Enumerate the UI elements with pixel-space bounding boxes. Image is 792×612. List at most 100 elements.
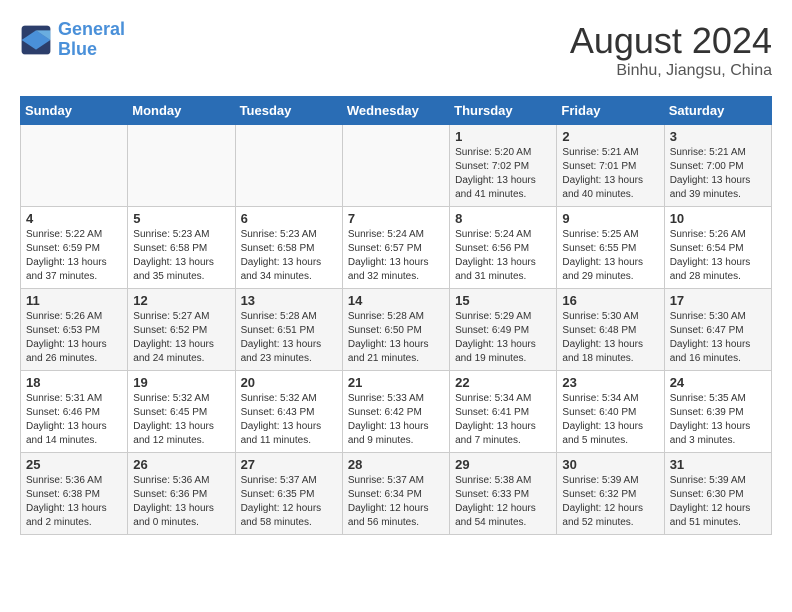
calendar-table: SundayMondayTuesdayWednesdayThursdayFrid… [20,96,772,535]
calendar-cell: 18 Sunrise: 5:31 AM Sunset: 6:46 PM Dayli… [21,371,128,453]
day-number: 26 [133,457,229,472]
day-info: Sunrise: 5:29 AM Sunset: 6:49 PM Dayligh… [455,310,551,366]
calendar-cell: 31 Sunrise: 5:39 AM Sunset: 6:30 PM Dayli… [664,453,771,535]
day-info: Sunrise: 5:23 AM Sunset: 6:58 PM Dayligh… [133,228,229,284]
calendar-cell: 30 Sunrise: 5:39 AM Sunset: 6:32 PM Dayli… [557,453,664,535]
day-info: Sunrise: 5:27 AM Sunset: 6:52 PM Dayligh… [133,310,229,366]
day-number: 2 [562,129,658,144]
calendar-week-row: 18 Sunrise: 5:31 AM Sunset: 6:46 PM Dayli… [21,371,772,453]
calendar-cell: 29 Sunrise: 5:38 AM Sunset: 6:33 PM Dayli… [450,453,557,535]
calendar-week-row: 4 Sunrise: 5:22 AM Sunset: 6:59 PM Daylig… [21,207,772,289]
day-number: 5 [133,211,229,226]
day-info: Sunrise: 5:37 AM Sunset: 6:34 PM Dayligh… [348,474,444,530]
day-number: 4 [26,211,122,226]
calendar-week-row: 25 Sunrise: 5:36 AM Sunset: 6:38 PM Dayli… [21,453,772,535]
calendar-cell: 19 Sunrise: 5:32 AM Sunset: 6:45 PM Dayli… [128,371,235,453]
day-number: 20 [241,375,337,390]
logo: General Blue [20,20,125,60]
day-number: 9 [562,211,658,226]
day-info: Sunrise: 5:34 AM Sunset: 6:41 PM Dayligh… [455,392,551,448]
weekday-header-wednesday: Wednesday [342,97,449,125]
day-number: 29 [455,457,551,472]
day-info: Sunrise: 5:33 AM Sunset: 6:42 PM Dayligh… [348,392,444,448]
weekday-header-saturday: Saturday [664,97,771,125]
day-number: 3 [670,129,766,144]
location-subtitle: Binhu, Jiangsu, China [570,62,772,80]
calendar-cell: 12 Sunrise: 5:27 AM Sunset: 6:52 PM Dayli… [128,289,235,371]
calendar-cell: 15 Sunrise: 5:29 AM Sunset: 6:49 PM Dayli… [450,289,557,371]
calendar-cell [342,125,449,207]
calendar-cell: 21 Sunrise: 5:33 AM Sunset: 6:42 PM Dayli… [342,371,449,453]
calendar-cell: 25 Sunrise: 5:36 AM Sunset: 6:38 PM Dayli… [21,453,128,535]
calendar-cell: 20 Sunrise: 5:32 AM Sunset: 6:43 PM Dayli… [235,371,342,453]
calendar-cell: 4 Sunrise: 5:22 AM Sunset: 6:59 PM Daylig… [21,207,128,289]
logo-line2: Blue [58,39,97,59]
calendar-cell: 22 Sunrise: 5:34 AM Sunset: 6:41 PM Dayli… [450,371,557,453]
logo-text: General Blue [58,20,125,60]
day-number: 28 [348,457,444,472]
calendar-cell: 6Sunrise: 5:23 AM Sunset: 6:58 PM Daylig… [235,207,342,289]
calendar-cell: 11Sunrise: 5:26 AM Sunset: 6:53 PM Dayli… [21,289,128,371]
day-number: 25 [26,457,122,472]
day-info: Sunrise: 5:38 AM Sunset: 6:33 PM Dayligh… [455,474,551,530]
day-number: 24 [670,375,766,390]
day-info: Sunrise: 5:22 AM Sunset: 6:59 PM Dayligh… [26,228,122,284]
calendar-cell: 9 Sunrise: 5:25 AM Sunset: 6:55 PM Daylig… [557,207,664,289]
calendar-cell: 10 Sunrise: 5:26 AM Sunset: 6:54 PM Dayli… [664,207,771,289]
logo-line1: General [58,19,125,39]
day-info: Sunrise: 5:30 AM Sunset: 6:47 PM Dayligh… [670,310,766,366]
day-number: 8 [455,211,551,226]
day-info: Sunrise: 5:21 AM Sunset: 7:01 PM Dayligh… [562,146,658,202]
month-year-title: August 2024 [570,20,772,62]
day-info: Sunrise: 5:25 AM Sunset: 6:55 PM Dayligh… [562,228,658,284]
day-info: Sunrise: 5:21 AM Sunset: 7:00 PM Dayligh… [670,146,766,202]
calendar-cell: 2 Sunrise: 5:21 AM Sunset: 7:01 PM Daylig… [557,125,664,207]
calendar-week-row: 1Sunrise: 5:20 AM Sunset: 7:02 PM Daylig… [21,125,772,207]
calendar-cell [21,125,128,207]
day-number: 10 [670,211,766,226]
day-info: Sunrise: 5:39 AM Sunset: 6:32 PM Dayligh… [562,474,658,530]
day-number: 27 [241,457,337,472]
day-info: Sunrise: 5:30 AM Sunset: 6:48 PM Dayligh… [562,310,658,366]
day-info: Sunrise: 5:31 AM Sunset: 6:46 PM Dayligh… [26,392,122,448]
day-number: 22 [455,375,551,390]
calendar-cell: 3 Sunrise: 5:21 AM Sunset: 7:00 PM Daylig… [664,125,771,207]
day-number: 16 [562,293,658,308]
page-header: General Blue August 2024 Binhu, Jiangsu,… [20,20,772,80]
calendar-cell: 8 Sunrise: 5:24 AM Sunset: 6:56 PM Daylig… [450,207,557,289]
calendar-cell: 7Sunrise: 5:24 AM Sunset: 6:57 PM Daylig… [342,207,449,289]
calendar-cell: 5 Sunrise: 5:23 AM Sunset: 6:58 PM Daylig… [128,207,235,289]
day-number: 17 [670,293,766,308]
day-number: 31 [670,457,766,472]
calendar-cell: 13Sunrise: 5:28 AM Sunset: 6:51 PM Dayli… [235,289,342,371]
day-number: 21 [348,375,444,390]
day-number: 12 [133,293,229,308]
day-info: Sunrise: 5:36 AM Sunset: 6:38 PM Dayligh… [26,474,122,530]
calendar-cell: 17 Sunrise: 5:30 AM Sunset: 6:47 PM Dayli… [664,289,771,371]
day-info: Sunrise: 5:24 AM Sunset: 6:56 PM Dayligh… [455,228,551,284]
calendar-cell: 27 Sunrise: 5:37 AM Sunset: 6:35 PM Dayli… [235,453,342,535]
day-info: Sunrise: 5:37 AM Sunset: 6:35 PM Dayligh… [241,474,337,530]
day-number: 30 [562,457,658,472]
calendar-cell: 14Sunrise: 5:28 AM Sunset: 6:50 PM Dayli… [342,289,449,371]
day-info: Sunrise: 5:26 AM Sunset: 6:54 PM Dayligh… [670,228,766,284]
title-block: August 2024 Binhu, Jiangsu, China [570,20,772,80]
calendar-week-row: 11Sunrise: 5:26 AM Sunset: 6:53 PM Dayli… [21,289,772,371]
day-info: Sunrise: 5:39 AM Sunset: 6:30 PM Dayligh… [670,474,766,530]
day-number: 18 [26,375,122,390]
day-info: Sunrise: 5:32 AM Sunset: 6:43 PM Dayligh… [241,392,337,448]
day-number: 19 [133,375,229,390]
calendar-cell: 28 Sunrise: 5:37 AM Sunset: 6:34 PM Dayli… [342,453,449,535]
logo-icon [20,24,52,56]
day-info: Sunrise: 5:32 AM Sunset: 6:45 PM Dayligh… [133,392,229,448]
day-info: Sunrise: 5:23 AM Sunset: 6:58 PM Dayligh… [241,228,337,284]
calendar-cell: 1Sunrise: 5:20 AM Sunset: 7:02 PM Daylig… [450,125,557,207]
calendar-cell: 26Sunrise: 5:36 AM Sunset: 6:36 PM Dayli… [128,453,235,535]
day-info: Sunrise: 5:35 AM Sunset: 6:39 PM Dayligh… [670,392,766,448]
calendar-cell [235,125,342,207]
day-number: 1 [455,129,551,144]
day-number: 15 [455,293,551,308]
weekday-header-tuesday: Tuesday [235,97,342,125]
day-number: 23 [562,375,658,390]
weekday-header-sunday: Sunday [21,97,128,125]
